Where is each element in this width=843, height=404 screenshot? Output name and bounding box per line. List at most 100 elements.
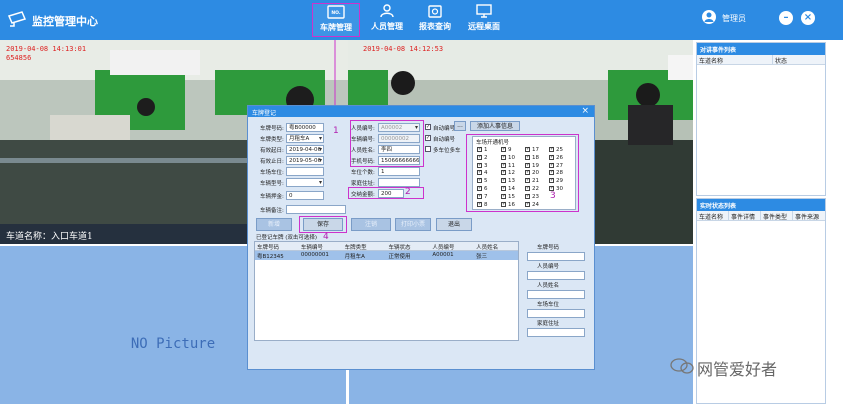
plate-type-select[interactable]: 月租车A (286, 134, 324, 143)
nav-report-query[interactable]: 报表查询 (413, 3, 457, 37)
gate-checkbox-22[interactable]: 22 (525, 185, 539, 192)
gate-label: 19 (532, 162, 539, 169)
column-header[interactable]: 事件来源 (793, 211, 825, 221)
nav-plate-management[interactable]: NO. 车牌管理 (312, 3, 360, 37)
save-button[interactable]: 保存 (303, 218, 343, 231)
gate-checkbox-15[interactable]: 15 (501, 193, 515, 200)
cancel-button[interactable]: 注销 (351, 218, 391, 231)
gate-label: 11 (508, 162, 515, 169)
payment-input[interactable]: 200 (378, 189, 404, 198)
gate-checkbox-11[interactable]: 11 (501, 162, 515, 169)
plate-no-input[interactable]: 粤B00000 (286, 123, 324, 132)
gate-checkbox-25[interactable]: 25 (549, 146, 563, 153)
table-header: 车牌号码 车辆编号 车牌类型 车辆状态 人员编号 人员姓名 (255, 242, 518, 251)
svg-text:NO.: NO. (331, 10, 340, 16)
close-button[interactable]: × (801, 11, 815, 25)
column-header[interactable]: 车牌号码 (255, 242, 299, 250)
column-header[interactable]: 状态 (773, 55, 825, 65)
vehicle-no-input[interactable]: 00000002 (378, 134, 420, 143)
app-title: 监控管理中心 (32, 16, 98, 28)
gate-checkbox-29[interactable]: 29 (549, 177, 563, 185)
gate-checkbox-17[interactable]: 17 (525, 146, 539, 153)
gate-checkbox-21[interactable]: 21 (525, 177, 539, 184)
user-avatar-icon[interactable] (702, 10, 716, 24)
car-model-select[interactable] (286, 178, 324, 187)
gate-checkbox-19[interactable]: 19 (525, 162, 539, 169)
registered-list-title: 已登记车牌 (双击可选择) (256, 235, 318, 241)
plate-register-dialog: 车牌登记 × 车牌号码: 粤B00000 车牌类型: 月租车A 有效起日: 20… (247, 105, 595, 370)
column-header[interactable]: 人员姓名 (474, 242, 518, 250)
gate-checkbox-10[interactable]: 10 (501, 154, 515, 161)
auto-no-checkbox-1[interactable]: ✓ (425, 124, 431, 130)
gate-checkbox-13[interactable]: 13 (501, 177, 515, 184)
parking-spot-input[interactable] (286, 167, 324, 176)
search-address-input[interactable] (527, 328, 585, 337)
deposit-input[interactable]: 0 (286, 191, 324, 200)
nav-remote-desktop[interactable]: 远程桌面 (462, 3, 506, 37)
column-header[interactable]: 事件详情 (729, 211, 761, 221)
search-plate-input[interactable] (527, 252, 585, 261)
search-person-no-input[interactable] (527, 271, 585, 280)
gate-checkbox-26[interactable]: 26 (549, 154, 563, 161)
gate-checkbox-27[interactable]: 27 (549, 162, 563, 169)
monitor-icon (476, 4, 492, 18)
add-person-button[interactable]: 添加人事信息 (470, 121, 520, 131)
gate-checkbox-1[interactable]: 1 (477, 146, 488, 153)
gate-checkbox-7[interactable]: 7 (477, 193, 488, 200)
home-address-input[interactable] (378, 178, 420, 187)
column-header[interactable]: 车牌类型 (343, 242, 387, 250)
valid-from-label: 有效起日: (260, 148, 284, 154)
gate-checkbox-14[interactable]: 14 (501, 185, 515, 192)
gate-checkbox-12[interactable]: 12 (501, 169, 515, 176)
gate-checkbox-3[interactable]: 3 (477, 162, 488, 169)
nav-person-management[interactable]: 人员管理 (365, 3, 409, 37)
exit-button[interactable]: 退出 (436, 218, 472, 231)
gate-checkbox-28[interactable]: 28 (549, 169, 563, 176)
gate-label: 16 (508, 201, 515, 208)
nav-label: 报表查询 (419, 22, 451, 31)
table-row[interactable]: 粤B12345 00000001 月租车A 正常使用 A00001 张三 (255, 251, 518, 260)
vehicle-no-label: 车辆编号: (351, 137, 375, 143)
gate-checkbox-16[interactable]: 16 (501, 201, 515, 208)
valid-to-date[interactable]: 2019-05-06 (286, 156, 324, 165)
column-header[interactable]: 车道名称 (697, 211, 729, 221)
camera-timestamp: 2019-04-08 14:12:53 (363, 45, 444, 53)
more-button[interactable]: ... (454, 121, 466, 131)
gate-checkbox-9[interactable]: 9 (501, 146, 512, 153)
gate-checkbox-4[interactable]: 4 (477, 169, 488, 176)
spot-count-input[interactable]: 1 (378, 167, 420, 176)
person-name-input[interactable]: 李四 (378, 145, 420, 154)
person-no-select[interactable]: A00002 (378, 123, 420, 132)
gate-checkbox-6[interactable]: 6 (477, 185, 488, 192)
minimize-button[interactable]: – (779, 11, 793, 25)
valid-from-date[interactable]: 2019-04-06 (286, 145, 324, 154)
search-person-name-input[interactable] (527, 290, 585, 299)
dialog-close-button[interactable]: × (581, 106, 589, 116)
new-button[interactable]: 新增 (256, 218, 292, 231)
column-header[interactable]: 车道名称 (697, 55, 773, 65)
payment-label: 交纳金额: (351, 192, 375, 198)
multi-spot-checkbox[interactable] (425, 146, 431, 152)
user-label[interactable]: 管理员 (722, 13, 746, 24)
car-model-label: 车辆型号: (260, 181, 284, 187)
auto-no-checkbox-2[interactable]: ✓ (425, 135, 431, 141)
column-header[interactable]: 人员编号 (430, 242, 474, 250)
search-spot-input[interactable] (527, 309, 585, 318)
column-header[interactable]: 车辆状态 (386, 242, 430, 250)
license-plate-icon: NO. (327, 5, 345, 19)
search-person-no-label: 人员编号 (537, 264, 560, 270)
gate-checkbox-23[interactable]: 23 (525, 193, 539, 200)
column-header[interactable]: 车辆编号 (299, 242, 343, 250)
gate-checkbox-5[interactable]: 5 (477, 177, 488, 184)
remark-input[interactable] (286, 205, 346, 214)
phone-input[interactable]: 15066666666 (378, 156, 420, 165)
column-header[interactable]: 事件类型 (761, 211, 793, 221)
gate-checkbox-18[interactable]: 18 (525, 154, 539, 161)
gate-checkbox-20[interactable]: 20 (525, 169, 539, 176)
gate-checkbox-24[interactable]: 24 (525, 201, 539, 208)
print-button[interactable]: 打印小票 (395, 218, 431, 231)
gate-checkbox-8[interactable]: 8 (477, 201, 488, 208)
gate-checkbox-2[interactable]: 2 (477, 154, 488, 161)
gate-label: 29 (556, 178, 563, 185)
gate-label: 15 (508, 193, 515, 200)
